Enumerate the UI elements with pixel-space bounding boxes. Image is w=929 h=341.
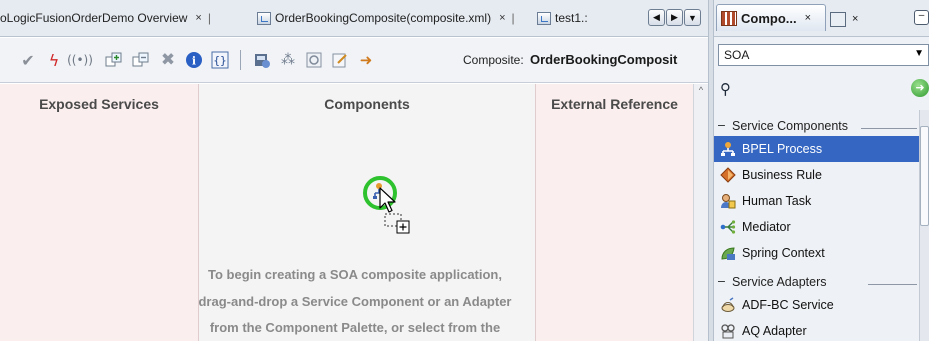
composite-file-icon bbox=[257, 11, 271, 25]
external-references-title: External Reference bbox=[551, 96, 678, 112]
palette-item-label: Human Task bbox=[742, 194, 812, 208]
empty-canvas-hint: To begin creating a SOA composite applic… bbox=[150, 262, 560, 341]
deploy-lightning-icon[interactable]: ϟ bbox=[44, 50, 64, 70]
tab-list-dropdown-icon[interactable]: ▼ bbox=[684, 9, 701, 26]
tab-composite-xml-close-icon[interactable]: × bbox=[499, 12, 505, 24]
section-divider bbox=[868, 284, 917, 285]
section-service-components[interactable]: – Service Components bbox=[714, 118, 919, 138]
palette-item-human-task[interactable]: Human Task bbox=[714, 188, 919, 214]
svg-text:{}: {} bbox=[213, 54, 226, 67]
edit-properties-icon[interactable] bbox=[330, 50, 350, 70]
mouse-pointer-icon bbox=[379, 187, 396, 213]
tab-component-palette-label: Compo... bbox=[741, 10, 797, 26]
spring-context-icon bbox=[721, 247, 735, 260]
palette-item-adf-bc-service[interactable]: ADF-BC Service bbox=[714, 292, 919, 318]
tab-property-inspector[interactable]: × bbox=[830, 8, 858, 30]
component-palette-panel: Compo... × × – SOA ▼ ⚲ ➜ – Service Compo… bbox=[714, 0, 929, 341]
palette-item-label: BPEL Process bbox=[742, 142, 823, 156]
tab-composite-xml-label: OrderBookingComposite(composite.xml) bbox=[275, 11, 492, 25]
tab-overview-label: oLogicFusionOrderDemo Overview bbox=[0, 11, 188, 25]
palette-page-select[interactable]: SOA ▼ bbox=[718, 44, 929, 66]
composite-editor-toolbar: ✔ ϟ ((•)) ✖ i {} ⁂ ➜ Composite: OrderBoo… bbox=[0, 38, 708, 83]
tab-overview[interactable]: oLogicFusionOrderDemo Overview × | bbox=[0, 5, 257, 31]
info-icon[interactable]: i bbox=[184, 50, 204, 70]
component-palette-icon bbox=[721, 10, 737, 26]
tab-overview-close-icon[interactable]: × bbox=[195, 12, 201, 24]
collapse-section-icon[interactable]: – bbox=[718, 274, 725, 288]
tab-test1-label: test1.: bbox=[555, 11, 588, 25]
exposed-services-title: Exposed Services bbox=[39, 96, 159, 112]
composite-label: Composite: bbox=[463, 53, 524, 67]
hint-line: To begin creating a SOA composite applic… bbox=[208, 267, 502, 282]
test-composite-icon[interactable] bbox=[252, 50, 272, 70]
tab-separator: | bbox=[207, 11, 211, 25]
chevron-down-icon[interactable]: ▼ bbox=[914, 48, 924, 59]
components-title: Components bbox=[324, 96, 410, 112]
palette-item-spring-context[interactable]: Spring Context bbox=[714, 240, 919, 266]
drag-copy-indicator-icon bbox=[384, 213, 410, 234]
layout-tree-icon[interactable]: ⁂ bbox=[278, 50, 298, 70]
section-service-adapters[interactable]: – Service Adapters bbox=[714, 274, 919, 294]
svg-text:i: i bbox=[192, 55, 196, 68]
tab-separator: | bbox=[511, 11, 515, 25]
composite-name: OrderBookingComposit bbox=[530, 52, 678, 67]
editor-tab-strip: oLogicFusionOrderDemo Overview × | Order… bbox=[0, 0, 708, 37]
human-task-icon bbox=[721, 194, 736, 209]
go-search-icon[interactable]: ➜ bbox=[911, 79, 929, 97]
palette-item-label: Spring Context bbox=[742, 246, 825, 260]
composite-file-icon bbox=[537, 11, 551, 25]
palette-item-label: AQ Adapter bbox=[742, 324, 807, 338]
mediator-icon bbox=[720, 220, 736, 234]
binoculars-search-icon[interactable]: ⚲ bbox=[720, 80, 731, 98]
canvas-vertical-scrollbar[interactable]: ^ bbox=[693, 84, 708, 341]
bpel-process-icon bbox=[721, 142, 735, 156]
section-title: Service Components bbox=[732, 119, 849, 133]
palette-page-value: SOA bbox=[724, 48, 750, 62]
scroll-up-icon[interactable]: ^ bbox=[695, 85, 707, 99]
source-braces-icon[interactable]: {} bbox=[210, 50, 230, 70]
adf-bc-service-icon bbox=[721, 297, 735, 312]
remove-component-icon[interactable] bbox=[131, 50, 151, 70]
hint-line: from the Component Palette, or select fr… bbox=[209, 320, 501, 335]
aq-adapter-icon bbox=[721, 324, 735, 339]
palette-item-label: Business Rule bbox=[742, 168, 822, 182]
refresh-diagram-icon[interactable] bbox=[304, 50, 324, 70]
palette-item-aq-adapter[interactable]: AQ Adapter bbox=[714, 318, 919, 341]
tab-navigation: ◀ ▶ ▼ bbox=[648, 9, 701, 26]
palette-item-label: Mediator bbox=[742, 220, 791, 234]
scroll-tabs-right-icon[interactable]: ▶ bbox=[666, 9, 683, 26]
business-rule-icon bbox=[720, 167, 736, 183]
tab-component-palette[interactable]: Compo... × bbox=[716, 4, 826, 31]
palette-item-label: ADF-BC Service bbox=[742, 298, 834, 312]
composite-canvas[interactable]: Exposed Services Components External Ref… bbox=[0, 84, 708, 341]
palette-item-bpel-process[interactable]: BPEL Process bbox=[714, 136, 919, 162]
wire-services-icon[interactable]: ((•)) bbox=[67, 50, 93, 70]
tab-component-palette-close-icon[interactable]: × bbox=[805, 12, 811, 24]
tab-test1[interactable]: test1.: bbox=[537, 5, 647, 31]
toolbar-separator bbox=[240, 50, 241, 70]
section-title: Service Adapters bbox=[732, 275, 827, 289]
hint-line: drag-and-drop a Service Component or an … bbox=[198, 293, 512, 309]
shortcut-arrow-icon[interactable]: ➜ bbox=[356, 50, 376, 70]
palette-tab-strip: Compo... × × – bbox=[714, 0, 929, 37]
palette-vertical-scrollbar[interactable] bbox=[919, 110, 929, 341]
palette-search: ⚲ ➜ bbox=[718, 76, 929, 102]
validate-check-icon[interactable]: ✔ bbox=[18, 50, 38, 70]
palette-item-mediator[interactable]: Mediator bbox=[714, 214, 919, 240]
tab-composite-xml[interactable]: OrderBookingComposite(composite.xml) × | bbox=[257, 5, 535, 31]
scrollbar-thumb[interactable] bbox=[920, 126, 929, 226]
property-inspector-icon bbox=[830, 11, 846, 27]
add-component-icon[interactable] bbox=[104, 50, 124, 70]
minimize-icon[interactable]: – bbox=[914, 10, 929, 25]
scroll-tabs-left-icon[interactable]: ◀ bbox=[648, 9, 665, 26]
collapse-section-icon[interactable]: – bbox=[718, 118, 725, 132]
palette-item-business-rule[interactable]: Business Rule bbox=[714, 162, 919, 188]
tab-property-inspector-close-icon[interactable]: × bbox=[852, 13, 858, 25]
section-divider bbox=[861, 128, 917, 129]
delete-x-icon[interactable]: ✖ bbox=[158, 50, 178, 70]
